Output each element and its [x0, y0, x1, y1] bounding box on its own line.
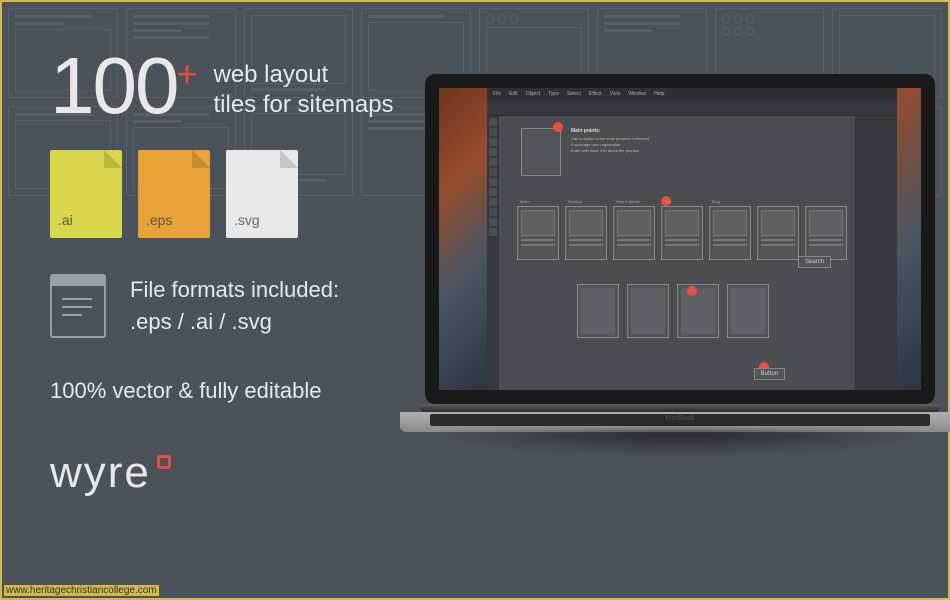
app-body: Main points: Call to Action is the most … [487, 116, 897, 390]
menu-item: File [493, 91, 501, 97]
laptop-shadow [435, 430, 925, 456]
sitemap-tile [727, 284, 769, 338]
file-format-icons: .ai .eps .svg [50, 150, 430, 238]
button-element: Button [754, 368, 785, 380]
menu-item: View [610, 91, 621, 97]
headline-number: 100 + [50, 50, 177, 122]
svg-label: .svg [234, 212, 260, 228]
sitemap-tile: How It Works [613, 206, 655, 260]
plus-icon: + [176, 58, 195, 90]
laptop-keyboard: MacBook [400, 412, 950, 432]
menu-item: Edit [509, 91, 518, 97]
laptop-base: MacBook [400, 412, 950, 492]
desktop-wallpaper-right [897, 88, 921, 390]
menu-item: Effect [589, 91, 602, 97]
ai-file-icon: .ai [50, 150, 122, 238]
sitemap-tile [805, 206, 847, 260]
main-point-3: Enter with basic info about the product [571, 148, 649, 153]
menu-item: Type [548, 91, 559, 97]
document-icon [50, 274, 106, 338]
menu-item: Object [526, 91, 540, 97]
sitemap-tile [627, 284, 669, 338]
laptop-hinge [420, 404, 940, 412]
brand-logo: wyre [50, 448, 430, 498]
right-panels [855, 116, 897, 390]
app-menubar: File Edit Object Type Select Effect View… [487, 88, 897, 100]
tools-panel [487, 116, 499, 390]
menu-item: Select [567, 91, 581, 97]
sitemap-row-1: Main Product How It Works Tour Blog [517, 206, 847, 260]
main-point-2: Encourage user registration [571, 142, 649, 147]
red-badge-icon [687, 286, 697, 296]
menu-item: Window [628, 91, 646, 97]
laptop-mockup: File Edit Object Type Select Effect View… [400, 74, 950, 534]
formats-list: .eps / .ai / .svg [130, 306, 339, 338]
sitemap-row-2 [577, 284, 847, 338]
canvas: Main points: Call to Action is the most … [499, 116, 855, 390]
laptop-display: File Edit Object Type Select Effect View… [439, 88, 921, 390]
headline-line1: web layout [213, 60, 393, 90]
svg-file-icon: .svg [226, 150, 298, 238]
promo-content: 100 + web layout tiles for sitemaps .ai … [50, 50, 430, 498]
sitemap-tile: Main [517, 206, 559, 260]
sitemap-tile [577, 284, 619, 338]
formats-text: File formats included: .eps / .ai / .svg [130, 274, 339, 338]
formats-section: File formats included: .eps / .ai / .svg [50, 274, 430, 338]
number-value: 100 [50, 41, 177, 130]
headline-line2: tiles for sitemaps [213, 90, 393, 120]
main-points-title: Main points: [571, 128, 649, 134]
brand-mark-icon [157, 455, 171, 469]
formats-title: File formats included: [130, 274, 339, 306]
sitemap-tile [757, 206, 799, 260]
sitemap-tile: Blog [709, 206, 751, 260]
main-point-1: Call to Action is the most prominent ele… [571, 136, 649, 141]
macbook-label: MacBook [665, 415, 694, 422]
headline-subtitle: web layout tiles for sitemaps [213, 60, 393, 120]
watermark: www.heritagechristiancollege.com [4, 585, 159, 596]
brand-name: wyre [50, 448, 151, 498]
red-badge-icon [553, 122, 563, 132]
eps-file-icon: .eps [138, 150, 210, 238]
sitemap-tile [677, 284, 719, 338]
sitemap-tile: Tour [661, 206, 703, 260]
laptop-screen-bezel: File Edit Object Type Select Effect View… [425, 74, 935, 404]
headline: 100 + web layout tiles for sitemaps [50, 50, 430, 122]
search-element: Search [798, 256, 831, 268]
vector-editable-line: 100% vector & fully editable [50, 378, 430, 404]
app-toolbar [487, 100, 897, 116]
desktop-wallpaper-left [439, 88, 487, 390]
menu-item: Help [654, 91, 664, 97]
sitemap-tile: Product [565, 206, 607, 260]
illustrator-window: File Edit Object Type Select Effect View… [487, 88, 897, 390]
main-points-text: Main points: Call to Action is the most … [571, 128, 649, 154]
eps-label: .eps [146, 212, 172, 228]
ai-label: .ai [58, 212, 73, 228]
sitemap-home-tile [521, 128, 561, 176]
